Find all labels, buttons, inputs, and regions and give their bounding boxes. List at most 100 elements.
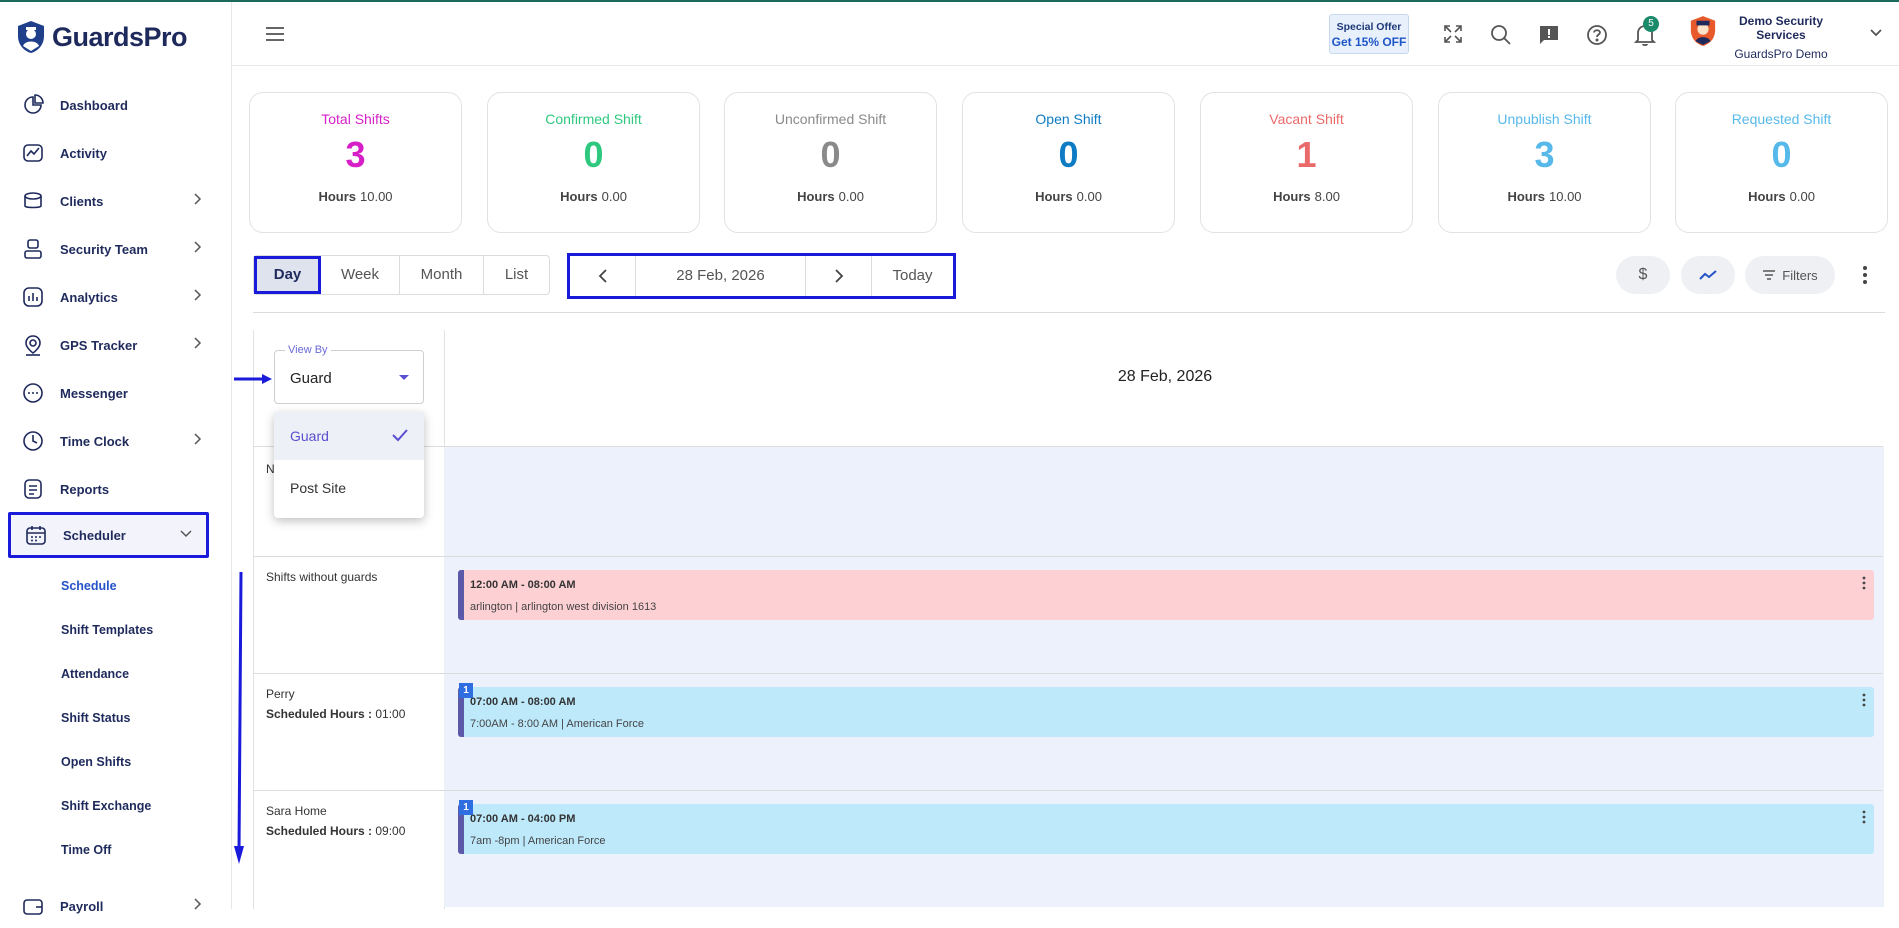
stat-card-unpublish-shift[interactable]: Unpublish Shift 3 Hours 10.00 <box>1438 92 1651 233</box>
stat-value: 0 <box>1771 134 1792 175</box>
hours-label: Hours <box>1748 189 1786 204</box>
help-icon[interactable] <box>1586 24 1608 46</box>
option-guard-label: Guard <box>290 428 329 444</box>
stat-card-total-shifts[interactable]: Total Shifts 3 Hours 10.00 <box>249 92 462 233</box>
sidebar-item-messenger[interactable]: Messenger <box>0 371 232 415</box>
stat-card-confirmed-shift[interactable]: Confirmed Shift 0 Hours 0.00 <box>487 92 700 233</box>
view-toggle-group: Day Week Month List <box>253 255 550 295</box>
hours-value: 0.00 <box>1789 189 1815 204</box>
sidebar-item-payroll[interactable]: Payroll <box>0 884 232 928</box>
current-date[interactable]: 28 Feb, 2026 <box>636 256 806 296</box>
hours-label: Hours <box>1273 189 1311 204</box>
chevron-left-icon <box>598 269 607 283</box>
stat-value: 3 <box>1534 134 1555 175</box>
prev-date-button[interactable] <box>570 256 636 296</box>
user-name: GuardsPro Demo <box>1734 47 1828 61</box>
stat-value: 3 <box>345 134 366 175</box>
shift-more-icon[interactable] <box>1862 810 1866 824</box>
shift-more-icon[interactable] <box>1862 693 1866 707</box>
sidebar-item-label: Clients <box>60 193 104 209</box>
stat-value: 0 <box>583 134 604 175</box>
account-chevron-down-icon[interactable] <box>1869 28 1883 38</box>
caret-down-icon <box>399 375 409 380</box>
tab-list[interactable]: List <box>484 256 549 294</box>
option-post-site[interactable]: Post Site <box>274 464 424 512</box>
fullscreen-icon[interactable] <box>1443 24 1463 44</box>
option-guard[interactable]: Guard <box>274 412 424 460</box>
stat-card-unconfirmed-shift[interactable]: Unconfirmed Shift 0 Hours 0.00 <box>724 92 937 233</box>
special-offer-button[interactable]: Special Offer Get 15% OFF <box>1329 14 1409 54</box>
sidebar-item-label: Scheduler <box>63 527 126 543</box>
notification-count-badge: 5 <box>1643 16 1659 32</box>
date-navigator: 28 Feb, 2026 Today <box>567 253 956 299</box>
hamburger-menu-icon[interactable] <box>266 26 286 42</box>
tab-day[interactable]: Day <box>254 256 321 294</box>
hours-value: 0.00 <box>1076 189 1102 204</box>
sidebar-item-security-team[interactable]: Security Team <box>0 227 232 271</box>
filter-icon <box>1763 270 1776 280</box>
hours-label: Hours <box>318 189 356 204</box>
stat-card-vacant-shift[interactable]: Vacant Shift 1 Hours 8.00 <box>1200 92 1413 233</box>
shift-block[interactable]: 1 07:00 AM - 04:00 PM 7am -8pm | American … <box>458 800 1874 854</box>
stat-title: Open Shift <box>1035 111 1102 127</box>
sidebar-item-analytics[interactable]: Analytics <box>0 275 232 319</box>
clients-icon <box>22 190 44 212</box>
chevron-right-icon <box>194 898 202 910</box>
calendar-icon <box>25 524 47 546</box>
chevron-right-icon <box>194 289 202 301</box>
sidebar-item-reports[interactable]: Reports <box>0 467 232 511</box>
trend-button[interactable] <box>1681 256 1735 294</box>
company-avatar[interactable] <box>1689 15 1717 47</box>
account-info[interactable]: Demo Security Services GuardsPro Demo <box>1725 14 1837 61</box>
stat-value: 1 <box>1296 134 1317 175</box>
today-button[interactable]: Today <box>872 256 953 296</box>
chevron-down-icon <box>180 530 192 538</box>
hours-value: 8.00 <box>1314 189 1340 204</box>
messenger-icon <box>22 382 44 404</box>
sidebar-item-gps-tracker[interactable]: GPS Tracker <box>0 323 232 367</box>
brand-logo[interactable]: GuardsPro <box>16 20 188 54</box>
search-icon[interactable] <box>1490 24 1512 46</box>
shift-more-icon[interactable] <box>1862 576 1866 590</box>
sidebar-item-label: Activity <box>60 145 107 161</box>
subnav-open-shifts[interactable]: Open Shifts <box>61 755 131 769</box>
hours-value: 10.00 <box>1549 189 1582 204</box>
sidebar-item-clients[interactable]: Clients <box>0 179 232 223</box>
stat-value: 0 <box>1058 134 1079 175</box>
chevron-right-icon <box>194 193 202 205</box>
row-label: Sara Home Scheduled Hours : 09:00 <box>266 804 405 838</box>
empty-row-area[interactable] <box>444 447 1884 557</box>
sidebar-item-activity[interactable]: Activity <box>0 131 232 175</box>
toolbar-divider <box>253 312 1885 313</box>
feedback-icon[interactable] <box>1538 24 1560 46</box>
filters-button[interactable]: Filters <box>1745 256 1835 294</box>
stat-card-requested-shift[interactable]: Requested Shift 0 Hours 0.00 <box>1675 92 1888 233</box>
stat-card-open-shift[interactable]: Open Shift 0 Hours 0.00 <box>962 92 1175 233</box>
subnav-schedule[interactable]: Schedule <box>61 579 117 593</box>
sidebar-item-time-clock[interactable]: Time Clock <box>0 419 232 463</box>
subnav-shift-status[interactable]: Shift Status <box>61 711 130 725</box>
subnav-shift-exchange[interactable]: Shift Exchange <box>61 799 151 813</box>
trend-line-icon <box>1699 270 1717 280</box>
subnav-shift-templates[interactable]: Shift Templates <box>61 623 153 637</box>
security-team-icon <box>22 238 44 260</box>
subnav-attendance[interactable]: Attendance <box>61 667 129 681</box>
shift-block[interactable]: 12:00 AM - 08:00 AM arlington | arlington… <box>458 570 1874 620</box>
view-by-select[interactable]: View By Guard <box>274 344 424 404</box>
chevron-right-icon <box>194 337 202 349</box>
next-date-button[interactable] <box>806 256 872 296</box>
offer-line1: Special Offer <box>1336 21 1402 33</box>
subnav-time-off[interactable]: Time Off <box>61 843 111 857</box>
scheduled-hours-label: Scheduled Hours : <box>266 824 373 838</box>
tab-week[interactable]: Week <box>321 256 400 294</box>
sidebar-item-dashboard[interactable]: Dashboard <box>0 83 232 127</box>
payroll-icon <box>22 895 44 917</box>
stat-title: Confirmed Shift <box>545 111 642 127</box>
dashboard-icon <box>22 94 44 116</box>
filters-label: Filters <box>1782 267 1818 283</box>
tab-month[interactable]: Month <box>400 256 484 294</box>
pay-rate-button[interactable]: $ <box>1616 256 1670 294</box>
sidebar-item-scheduler[interactable]: Scheduler <box>8 512 209 558</box>
more-options-icon[interactable] <box>1862 265 1868 285</box>
shift-block[interactable]: 1 07:00 AM - 08:00 AM 7:00AM - 8:00 AM | A… <box>458 683 1874 737</box>
